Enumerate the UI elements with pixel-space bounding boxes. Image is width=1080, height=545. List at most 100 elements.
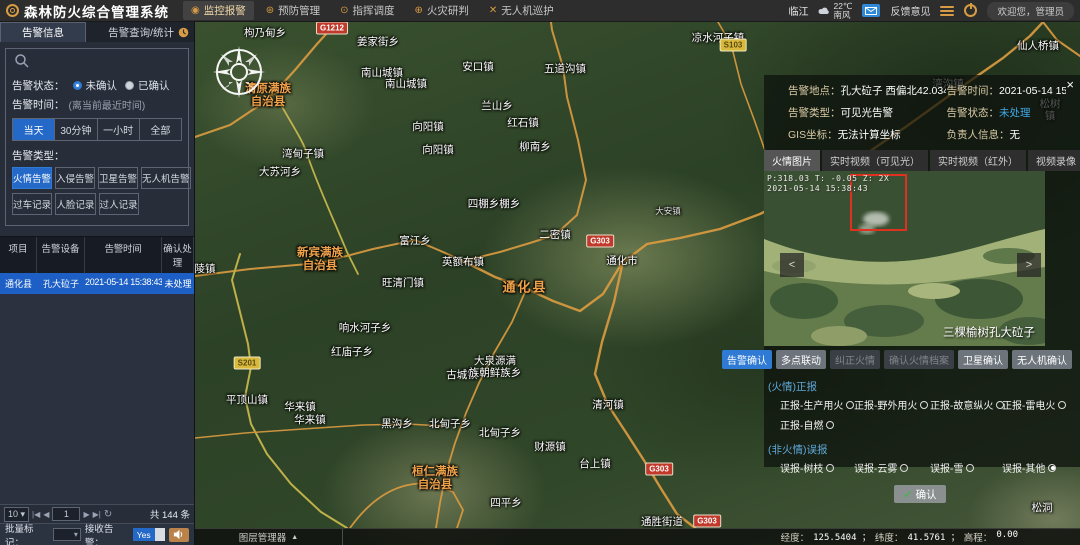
type-satellite-alarm[interactable]: 卫星告警 <box>98 167 138 189</box>
alarm-confirm-button[interactable]: 告警确认 <box>722 350 772 369</box>
alarm-details: 告警地点：孔大砬子 西偏北42.0340° 告警时间：2021-05-14 15… <box>764 75 1080 146</box>
time-range-today[interactable]: 当天 <box>13 119 55 140</box>
alarm-status-value: 未处理 <box>999 107 1031 119</box>
radio-icon-selected <box>1048 464 1056 472</box>
option-label: 正报-雷电火 <box>1002 397 1055 412</box>
option-label: 正报-自燃 <box>780 417 823 432</box>
satellite-confirm-button[interactable]: 卫星确认 <box>958 350 1008 369</box>
record-vehicle[interactable]: 过车记录 <box>12 193 52 215</box>
time-hint: (离当前最近时间) <box>69 97 146 112</box>
col-project: 项目 <box>0 237 37 273</box>
form-confirm-button[interactable]: ✓ 确认 <box>894 485 946 503</box>
option-outdoor-fire[interactable]: 正报-野外用火 <box>854 397 930 412</box>
tab-fire-analysis[interactable]: ⊕ 火灾研判 <box>407 1 477 20</box>
layer-manager-button[interactable]: 图层管理器 ▲ <box>195 529 343 545</box>
positive-report-label: (火情)正报 <box>768 379 1072 394</box>
tab-prevention[interactable]: ⊛ 预防管理 <box>258 1 328 20</box>
option-branch[interactable]: 误报-树枝 <box>780 460 854 475</box>
layer-manager-label: 图层管理器 <box>239 530 287 544</box>
speaker-icon <box>173 529 184 540</box>
location-label: 告警地点： <box>788 85 841 97</box>
tab-monitor-alarm[interactable]: ◉ 监控报警 <box>183 1 254 20</box>
option-label: 正报-生产用火 <box>780 397 843 412</box>
satellite-map[interactable]: 枸乃甸乡姜家街乡南山城镇南山城镇安口镇五道沟镇凉水河子镇仙人桥镇兰山乡红石镇柳南… <box>195 22 1080 545</box>
map-label-town: 通化市 <box>606 255 638 267</box>
radio-icon <box>996 401 1004 409</box>
next-page-button[interactable]: ▶ <box>83 510 89 519</box>
table-row[interactable]: 通化县 孔大砬子 2021-05-14 15:38:43 未处理 <box>0 273 194 294</box>
tab-alarm-query[interactable]: 告警查询/统计 <box>86 22 194 42</box>
tab-live-visible[interactable]: 实时视频（可见光） <box>822 150 928 171</box>
time-range-all[interactable]: 全部 <box>140 119 181 140</box>
next-image-button[interactable]: > <box>1017 253 1041 277</box>
lon-value: 125.5404 ； <box>813 530 871 544</box>
drone-confirm-button[interactable]: 无人机确认 <box>1012 350 1072 369</box>
refresh-icon[interactable]: ↻ <box>104 509 112 520</box>
map-label-town: 北甸子乡 <box>429 418 471 430</box>
time-range-30min[interactable]: 30分钟 <box>55 119 97 140</box>
map-label-town: 红庙子乡 <box>331 346 373 358</box>
tab-fire-image[interactable]: 火情图片 <box>764 150 820 171</box>
photo-osd-time: 2021-05-14 15:38:43 <box>767 184 868 193</box>
tab-drone-patrol[interactable]: ✕ 无人机巡护 <box>481 1 562 20</box>
page-number-input[interactable]: 1 <box>52 507 80 521</box>
record-person[interactable]: 过人记录 <box>99 193 139 215</box>
multi-point-link-button[interactable]: 多点联动 <box>776 350 826 369</box>
map-label-town: 大苏河乡 <box>259 166 301 178</box>
prev-image-button[interactable]: < <box>780 253 804 277</box>
triangle-up-icon: ▲ <box>291 534 298 541</box>
menu-icon[interactable] <box>940 6 954 16</box>
feedback-link[interactable]: 反馈意见 <box>890 3 930 18</box>
first-page-button[interactable]: |◀ <box>32 510 40 519</box>
option-other[interactable]: 误报-其他 <box>1002 460 1070 475</box>
batch-mark-select[interactable]: ▾ <box>53 528 81 541</box>
cell-device: 孔大砬子 <box>37 273 85 294</box>
prev-page-button[interactable]: ◀ <box>43 510 49 519</box>
alarm-time-label: 告警时间： <box>946 85 999 97</box>
lat-label: 纬度： <box>875 530 904 544</box>
confirm-label: 确认 <box>916 487 937 502</box>
tab-live-infrared[interactable]: 实时视频（红外） <box>930 150 1026 171</box>
map-label-county-major: 通化县 <box>502 281 547 296</box>
page-size-select[interactable]: 10 ▾ <box>4 507 29 522</box>
alt-label: 高程： <box>964 530 993 544</box>
compass-icon <box>211 44 267 100</box>
option-snow[interactable]: 误报-雪 <box>930 460 1002 475</box>
power-icon[interactable] <box>964 4 977 17</box>
record-face[interactable]: 人脸记录 <box>55 193 95 215</box>
tab-label: 指挥调度 <box>353 3 395 18</box>
app-logo-icon <box>6 4 19 17</box>
option-lightning-fire[interactable]: 正报-雷电火 <box>1002 397 1070 412</box>
radio-unconfirmed[interactable]: 未确认 <box>73 78 118 93</box>
option-production-fire[interactable]: 正报-生产用火 <box>780 397 854 412</box>
map-label-town: 四棚乡棚乡 <box>468 198 521 210</box>
confirm-fire-archive-button: 确认火情档案 <box>884 350 954 369</box>
alarm-type-label: 告警类型： <box>788 107 841 119</box>
fire-photo[interactable]: P:318.03 T: -0.05 Z: 2X 2021-05-14 15:38… <box>764 171 1045 346</box>
cloud-icon <box>818 6 830 15</box>
map-label-town: 南山城镇 <box>385 78 427 90</box>
map-label-town: 财源镇 <box>534 441 566 453</box>
tab-label: 火灾研判 <box>427 3 469 18</box>
time-label: 告警时间： <box>12 97 65 112</box>
tab-dispatch[interactable]: ⊙ 指挥调度 <box>332 1 402 20</box>
option-spontaneous-fire[interactable]: 正报-自燃 <box>780 417 854 432</box>
time-range-1hour[interactable]: 一小时 <box>98 119 140 140</box>
option-arson-fire[interactable]: 正报-故意纵火 <box>930 397 1002 412</box>
type-intrusion-alarm[interactable]: 入侵告警 <box>55 167 95 189</box>
map-label-town: 红石镇 <box>507 117 539 129</box>
mail-icon[interactable] <box>862 4 880 17</box>
option-cloud[interactable]: 误报-云雾 <box>854 460 930 475</box>
tab-alarm-info[interactable]: 告警信息 <box>0 22 86 42</box>
tab-label: 无人机巡护 <box>501 3 554 18</box>
tab-video-record[interactable]: 视频录像 <box>1028 150 1080 171</box>
map-label-town: 二密镇 <box>539 229 571 241</box>
receive-alarm-toggle[interactable]: Yes <box>133 528 165 541</box>
type-fire-alarm[interactable]: 火情告警 <box>12 167 52 189</box>
map-label-town: 姜家街乡 <box>357 36 399 48</box>
type-drone-alarm[interactable]: 无人机告警 <box>141 167 191 189</box>
speaker-button[interactable] <box>169 528 189 542</box>
close-icon[interactable]: × <box>1066 77 1074 92</box>
last-page-button[interactable]: ▶| <box>93 510 101 519</box>
radio-confirmed[interactable]: 已确认 <box>125 78 170 93</box>
